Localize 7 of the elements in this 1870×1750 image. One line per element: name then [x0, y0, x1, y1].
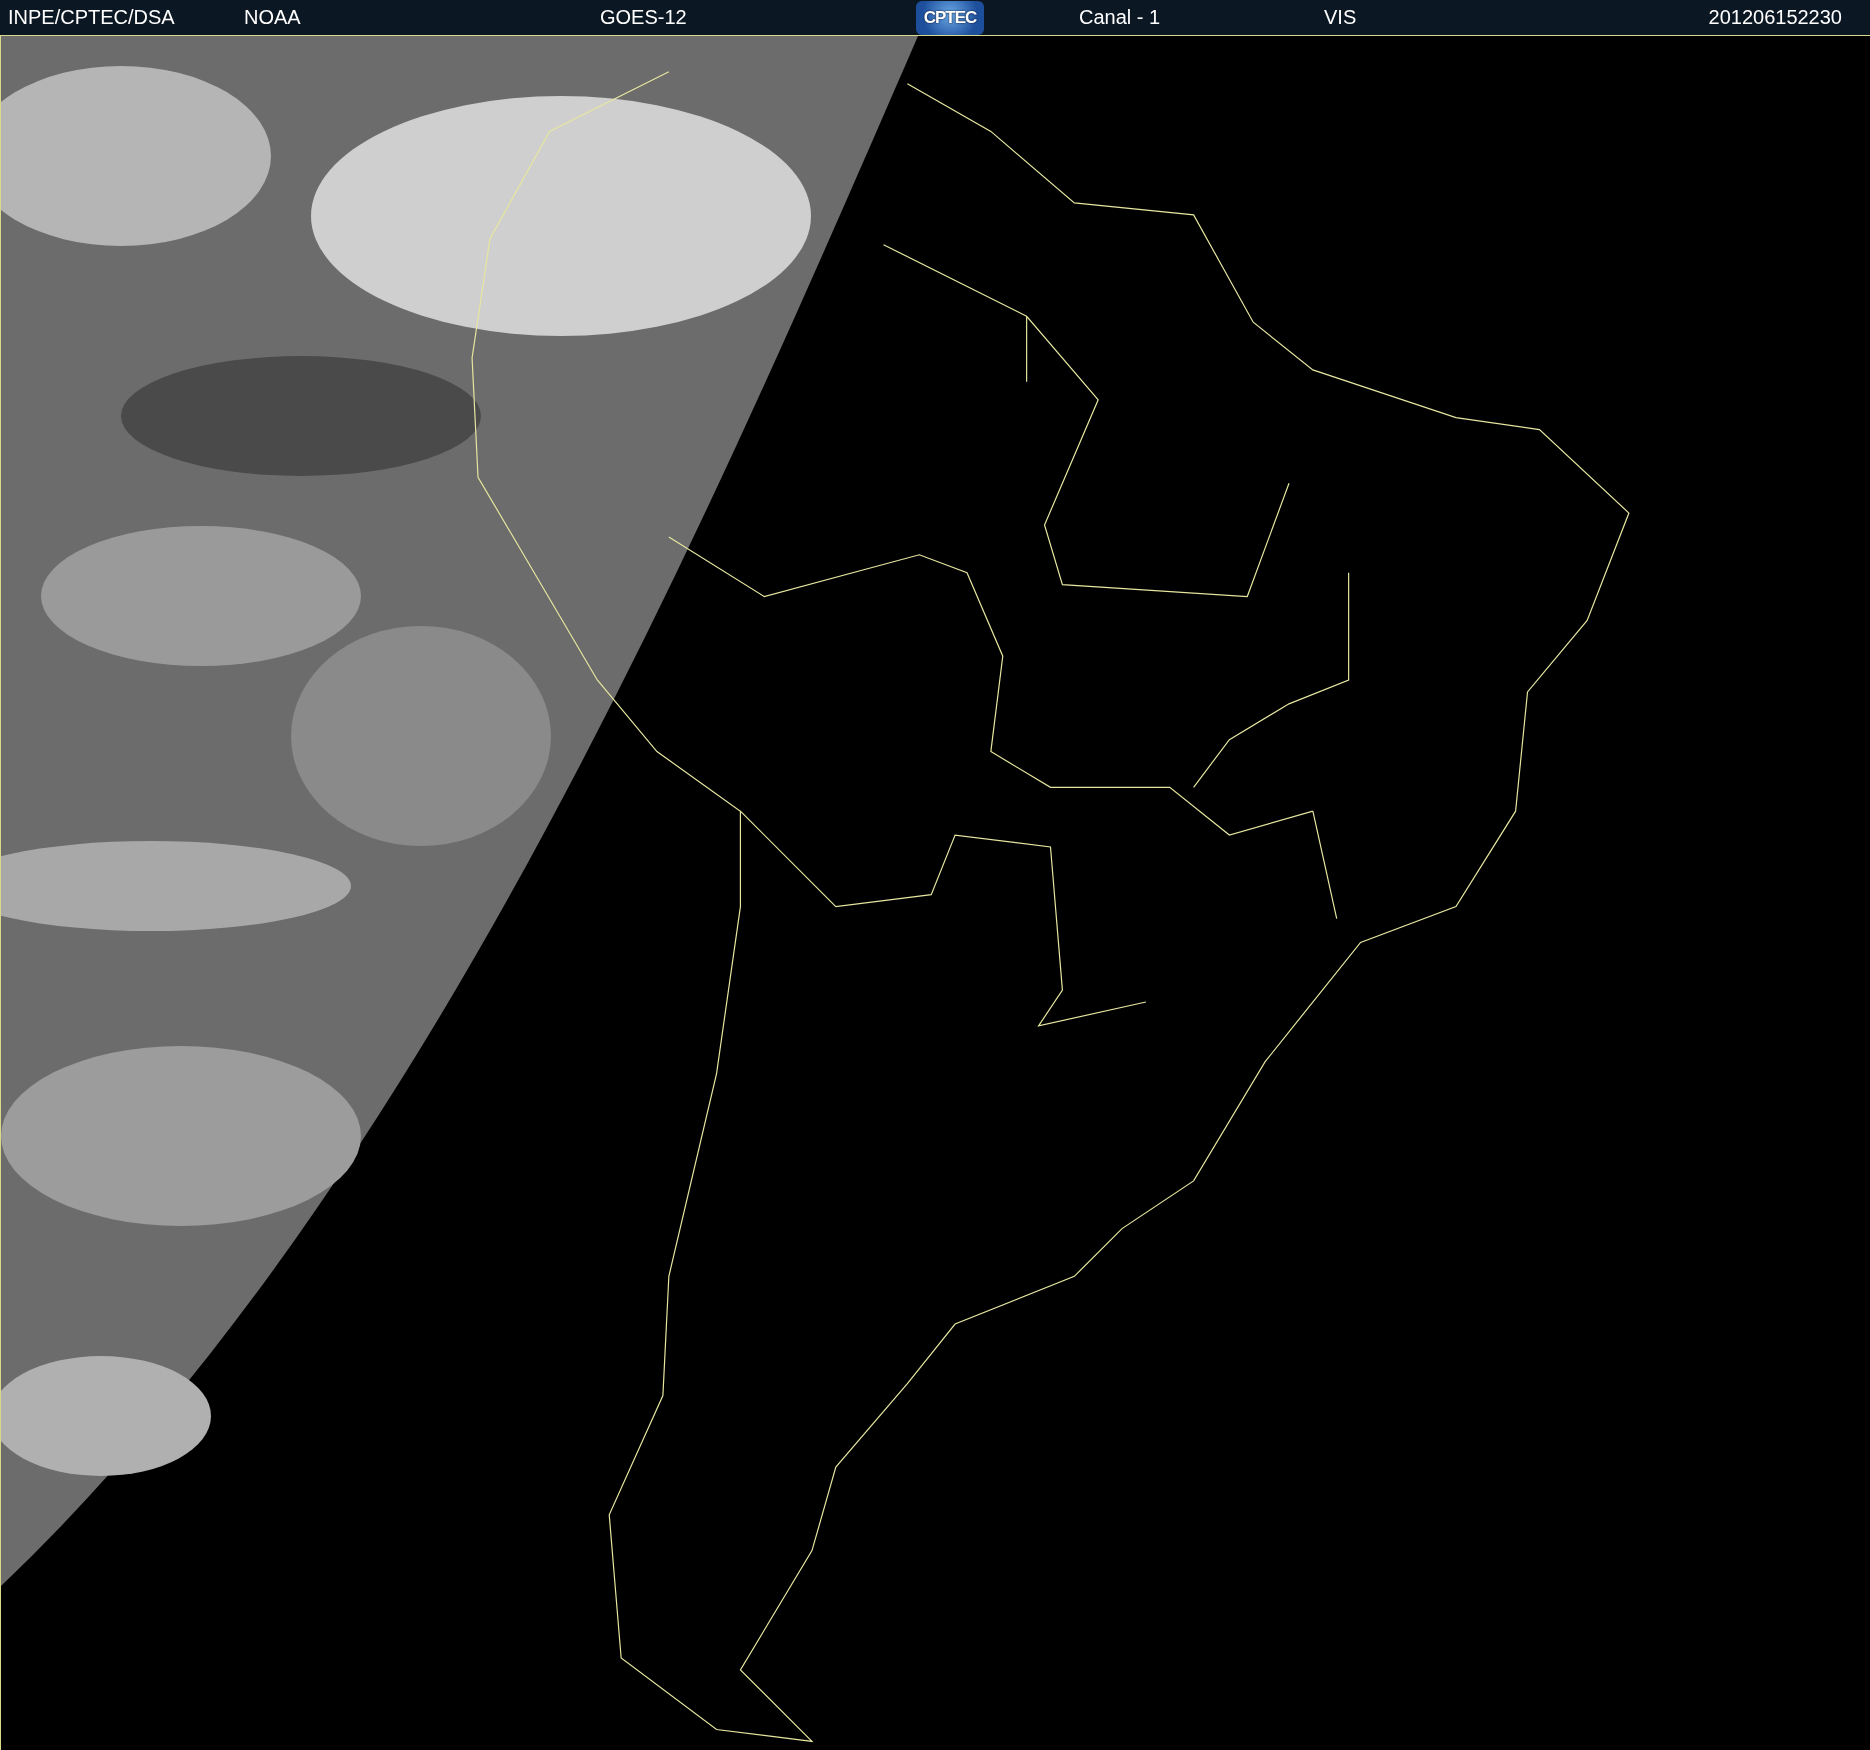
header-label: VIS: [1324, 6, 1358, 29]
logo: CPTEC: [916, 0, 984, 35]
header-label: INPE/CPTEC/DSA: [8, 6, 176, 29]
header-label: NOAA: [244, 6, 302, 29]
header-label: 201206152230: [1708, 6, 1842, 29]
header-label: Canal - 1: [1079, 6, 1162, 29]
header-label: GOES-12: [600, 6, 688, 29]
